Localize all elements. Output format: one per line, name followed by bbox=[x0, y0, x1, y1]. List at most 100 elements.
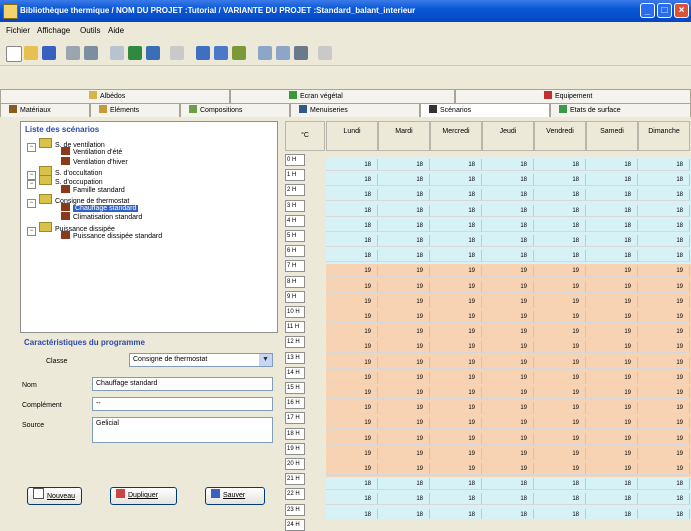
schedule-cell[interactable]: 19 bbox=[378, 447, 430, 460]
schedule-cell[interactable]: 18 bbox=[586, 204, 638, 217]
schedule-cell[interactable]: 18 bbox=[638, 204, 690, 217]
schedule-cell[interactable]: 19 bbox=[326, 402, 378, 415]
schedule-cell[interactable]: 18 bbox=[326, 235, 378, 247]
schedule-cell[interactable]: 19 bbox=[534, 402, 586, 415]
schedule-cell[interactable]: 18 bbox=[482, 508, 534, 519]
tab-materiaux[interactable]: Matériaux bbox=[0, 103, 90, 117]
tree-leaf[interactable]: Famille standard bbox=[61, 184, 125, 194]
save-button[interactable]: Sauver bbox=[205, 487, 265, 505]
tree-leaf[interactable]: Puissance dissipée standard bbox=[61, 231, 162, 240]
schedule-cell[interactable]: 19 bbox=[326, 432, 378, 445]
schedule-cell[interactable]: 19 bbox=[638, 417, 690, 430]
save-icon[interactable] bbox=[42, 46, 56, 60]
schedule-cell[interactable]: 18 bbox=[586, 174, 638, 187]
schedule-cell[interactable]: 18 bbox=[430, 189, 482, 202]
schedule-cell[interactable]: 18 bbox=[378, 219, 430, 232]
schedule-cell[interactable]: 18 bbox=[326, 174, 378, 187]
schedule-cell[interactable]: 18 bbox=[326, 493, 378, 506]
schedule-cell[interactable]: 18 bbox=[534, 189, 586, 202]
schedule-cell[interactable]: 19 bbox=[430, 356, 482, 369]
schedule-cell[interactable]: 19 bbox=[482, 326, 534, 339]
schedule-cell[interactable]: 18 bbox=[586, 250, 638, 263]
new-icon[interactable] bbox=[6, 46, 22, 62]
schedule-cell[interactable]: 18 bbox=[482, 174, 534, 187]
tree-leaf[interactable]: Ventilation d'été bbox=[61, 147, 122, 156]
schedule-cell[interactable]: 19 bbox=[586, 326, 638, 339]
tree-leaf[interactable]: Ventilation d'hiver bbox=[61, 156, 128, 166]
schedule-cell[interactable]: 18 bbox=[534, 493, 586, 506]
schedule-cell[interactable]: 18 bbox=[482, 250, 534, 263]
schedule-cell[interactable]: 19 bbox=[586, 402, 638, 415]
schedule-cell[interactable]: 19 bbox=[482, 311, 534, 323]
schedule-cell[interactable]: 18 bbox=[378, 508, 430, 519]
expand-icon[interactable]: − bbox=[27, 143, 36, 152]
schedule-cell[interactable]: 19 bbox=[326, 295, 378, 308]
schedule-cell[interactable]: 19 bbox=[430, 341, 482, 354]
schedule-cell[interactable]: 19 bbox=[326, 447, 378, 460]
schedule-cell[interactable]: 19 bbox=[430, 295, 482, 308]
schedule-cell[interactable]: 19 bbox=[482, 463, 534, 475]
schedule-cell[interactable]: 19 bbox=[378, 402, 430, 415]
schedule-cell[interactable]: 19 bbox=[430, 326, 482, 339]
tab-albedos[interactable]: Albédos bbox=[0, 89, 230, 103]
schedule-cell[interactable]: 19 bbox=[378, 356, 430, 369]
schedule-cell[interactable]: 18 bbox=[638, 250, 690, 263]
schedule-cell[interactable]: 19 bbox=[534, 371, 586, 384]
cut-icon[interactable] bbox=[110, 46, 124, 60]
filter-icon[interactable] bbox=[170, 46, 184, 60]
preview-icon[interactable] bbox=[84, 46, 98, 60]
schedule-cell[interactable]: 18 bbox=[430, 204, 482, 217]
schedule-cell[interactable]: 19 bbox=[378, 387, 430, 399]
schedule-cell[interactable]: 18 bbox=[430, 219, 482, 232]
tab-scenarios[interactable]: Scénarios bbox=[420, 103, 550, 117]
schedule-cell[interactable]: 18 bbox=[638, 508, 690, 519]
schedule-cell[interactable]: 19 bbox=[378, 326, 430, 339]
schedule-cell[interactable]: 18 bbox=[586, 478, 638, 491]
schedule-cell[interactable]: 19 bbox=[430, 417, 482, 430]
schedule-cell[interactable]: 19 bbox=[482, 387, 534, 399]
chevron-down-icon[interactable]: ▼ bbox=[259, 354, 272, 366]
schedule-cell[interactable]: 18 bbox=[638, 219, 690, 232]
schedule-cell[interactable]: 19 bbox=[586, 265, 638, 278]
schedule-cell[interactable]: 18 bbox=[482, 219, 534, 232]
schedule-cell[interactable]: 18 bbox=[638, 159, 690, 171]
schedule-cell[interactable]: 18 bbox=[430, 250, 482, 263]
schedule-cell[interactable]: 19 bbox=[326, 311, 378, 323]
tab-elements[interactable]: Eléments bbox=[90, 103, 180, 117]
schedule-cell[interactable]: 18 bbox=[482, 493, 534, 506]
library-icon[interactable] bbox=[232, 46, 246, 60]
schedule-cell[interactable]: 18 bbox=[378, 189, 430, 202]
schedule-cell[interactable]: 19 bbox=[430, 447, 482, 460]
schedule-cell[interactable]: 19 bbox=[534, 447, 586, 460]
schedule-cell[interactable]: 18 bbox=[430, 478, 482, 491]
schedule-cell[interactable]: 19 bbox=[430, 280, 482, 293]
schedule-cell[interactable]: 18 bbox=[586, 493, 638, 506]
schedule-cell[interactable]: 19 bbox=[534, 417, 586, 430]
schedule-cell[interactable]: 19 bbox=[586, 447, 638, 460]
schedule-cell[interactable]: 18 bbox=[378, 478, 430, 491]
schedule-cell[interactable]: 19 bbox=[378, 463, 430, 475]
new-button[interactable]: Nouveau bbox=[27, 487, 82, 505]
schedule-cell[interactable]: 19 bbox=[482, 295, 534, 308]
schedule-cell[interactable]: 19 bbox=[326, 341, 378, 354]
classe-select[interactable]: Consigne de thermostat ▼ bbox=[129, 353, 273, 367]
schedule-cell[interactable]: 18 bbox=[378, 235, 430, 247]
schedule-cell[interactable]: 19 bbox=[638, 387, 690, 399]
schedule-cell[interactable]: 18 bbox=[534, 219, 586, 232]
close-button[interactable]: × bbox=[674, 3, 689, 18]
schedule-cell[interactable]: 18 bbox=[638, 235, 690, 247]
schedule-cell[interactable]: 18 bbox=[586, 219, 638, 232]
schedule-cell[interactable]: 19 bbox=[534, 295, 586, 308]
schedule-cell[interactable]: 18 bbox=[326, 250, 378, 263]
schedule-cell[interactable]: 18 bbox=[638, 174, 690, 187]
schedule-cell[interactable]: 19 bbox=[586, 356, 638, 369]
schedule-cell[interactable]: 18 bbox=[534, 478, 586, 491]
schedule-cell[interactable]: 18 bbox=[326, 478, 378, 491]
schedule-cell[interactable]: 18 bbox=[534, 159, 586, 171]
schedule-cell[interactable]: 19 bbox=[482, 280, 534, 293]
schedule-cell[interactable]: 19 bbox=[638, 265, 690, 278]
schedule-cell[interactable]: 19 bbox=[638, 280, 690, 293]
copy-icon[interactable] bbox=[258, 46, 272, 60]
schedule-cell[interactable]: 19 bbox=[534, 387, 586, 399]
schedule-cell[interactable]: 19 bbox=[534, 280, 586, 293]
